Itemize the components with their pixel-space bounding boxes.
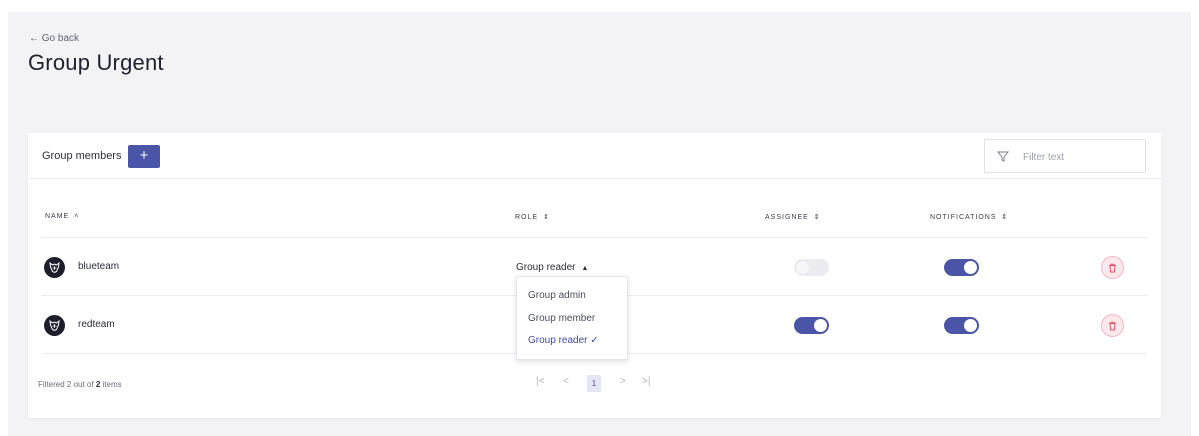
assignee-toggle[interactable] <box>794 317 829 334</box>
column-header-notifications[interactable]: NOTIFICATIONS ⇕ <box>930 213 1008 221</box>
prev-page-button[interactable]: < <box>563 376 569 387</box>
sort-icon: ⇕ <box>1001 214 1009 221</box>
card-header: Group members + <box>28 133 1161 179</box>
assignee-toggle[interactable] <box>794 259 829 276</box>
member-name: blueteam <box>78 261 120 272</box>
trash-icon <box>1109 321 1116 330</box>
page-title: Group Urgent <box>28 50 164 75</box>
check-icon: ✓ <box>590 335 599 346</box>
sort-asc-icon: ˄ <box>74 213 80 220</box>
caret-up-icon: ▲ <box>581 265 589 272</box>
sort-icon: ⇕ <box>813 214 821 221</box>
filter-field[interactable] <box>984 139 1146 173</box>
column-header-role[interactable]: ROLE ⇕ <box>515 213 550 221</box>
first-page-button[interactable]: |< <box>536 376 544 387</box>
avatar <box>44 257 65 278</box>
filter-input[interactable] <box>1023 149 1133 165</box>
section-title: Group members <box>42 150 122 162</box>
role-dropdown-menu: Group admin Group member Group reader ✓ <box>516 276 628 360</box>
column-header-assignee[interactable]: ASSIGNEE ⇕ <box>765 213 821 221</box>
role-option-member[interactable]: Group member <box>528 313 595 324</box>
notifications-toggle[interactable] <box>944 317 979 334</box>
wolf-logo-icon <box>49 319 60 332</box>
delete-member-button[interactable] <box>1101 314 1124 337</box>
column-header-name[interactable]: NAME ˄ <box>45 213 79 220</box>
trash-icon <box>1109 263 1116 272</box>
page-number-current[interactable]: 1 <box>587 375 601 392</box>
add-member-button[interactable]: + <box>128 145 160 168</box>
role-select[interactable]: Group reader ▲ <box>516 262 588 273</box>
notifications-toggle[interactable] <box>944 259 979 276</box>
role-option-reader[interactable]: Group reader ✓ <box>528 335 599 346</box>
sort-icon: ⇕ <box>543 214 550 221</box>
delete-member-button[interactable] <box>1101 256 1124 279</box>
last-page-button[interactable]: >| <box>642 376 650 387</box>
go-back-link[interactable]: ← Go back <box>29 33 79 44</box>
next-page-button[interactable]: > <box>620 376 626 387</box>
wolf-logo-icon <box>49 261 60 274</box>
filter-icon <box>997 151 1009 162</box>
role-option-admin[interactable]: Group admin <box>528 290 586 301</box>
avatar <box>44 315 65 336</box>
filter-count: Filtered 2 out of 2 items <box>38 380 122 389</box>
member-name: redteam <box>78 319 115 330</box>
